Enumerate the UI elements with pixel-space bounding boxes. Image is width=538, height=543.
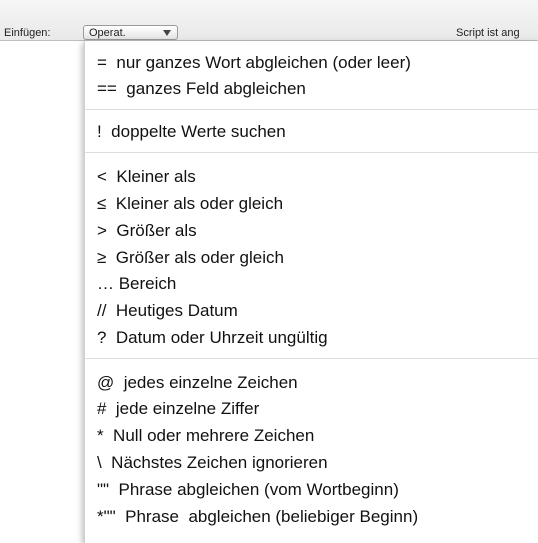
menu-separator — [85, 358, 538, 359]
menu-item-any-char[interactable]: @ jedes einzelne Zeichen — [97, 373, 298, 393]
operator-select-value: Operat. — [89, 27, 126, 39]
operator-menu: = nur ganzes Wort abgleichen (oder leer)… — [84, 41, 538, 543]
menu-item-today[interactable]: // Heutiges Datum — [97, 301, 238, 321]
menu-item-word-match[interactable]: = nur ganzes Wort abgleichen (oder leer) — [97, 53, 411, 73]
chevron-down-icon — [163, 30, 171, 36]
menu-item-phrase-any-start[interactable]: *"" Phrase abgleichen (beliebiger Beginn… — [97, 507, 418, 527]
menu-item-duplicates[interactable]: ! doppelte Werte suchen — [97, 122, 286, 142]
insert-label: Einfügen: — [4, 27, 51, 39]
menu-item-zero-or-more[interactable]: * Null oder mehrere Zeichen — [97, 426, 314, 446]
menu-item-any-digit[interactable]: # jede einzelne Ziffer — [97, 399, 259, 419]
menu-separator — [85, 109, 538, 110]
menu-item-phrase-word-start[interactable]: "" Phrase abgleichen (vom Wortbeginn) — [97, 480, 399, 500]
menu-separator — [85, 152, 538, 153]
menu-item-greater-than[interactable]: > Größer als — [97, 221, 197, 241]
menu-item-invalid-date[interactable]: ? Datum oder Uhrzeit ungültig — [97, 328, 328, 348]
menu-item-field-match[interactable]: == ganzes Feld abgleichen — [97, 79, 306, 99]
script-status-text: Script ist ang — [456, 27, 520, 39]
menu-item-greater-or-equal[interactable]: ≥ Größer als oder gleich — [97, 248, 284, 268]
menu-item-escape-next[interactable]: \ Nächstes Zeichen ignorieren — [97, 453, 328, 473]
operator-select[interactable]: Operat. — [83, 25, 178, 40]
menu-item-less-than[interactable]: < Kleiner als — [97, 167, 196, 187]
menu-item-less-or-equal[interactable]: ≤ Kleiner als oder gleich — [97, 194, 283, 214]
menu-item-range[interactable]: … Bereich — [97, 274, 176, 294]
